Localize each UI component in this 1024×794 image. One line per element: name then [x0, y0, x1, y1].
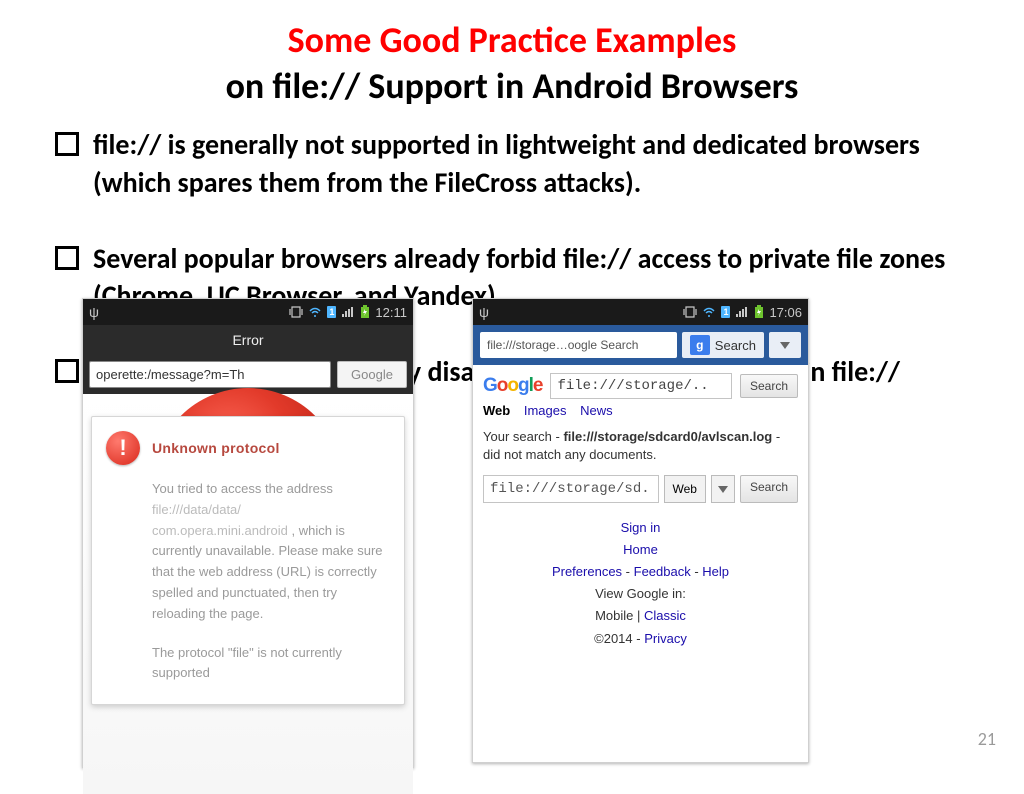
scope-select[interactable]: Web	[664, 475, 706, 503]
search-input[interactable]: file:///storage/..	[550, 373, 732, 399]
battery-icon	[754, 305, 764, 319]
result-text: Your search -	[483, 429, 563, 444]
bullet-text: file:// is generally not supported in li…	[93, 126, 969, 202]
chevron-down-icon	[718, 486, 728, 493]
search-form-top: Google file:///storage/.. Search	[483, 373, 798, 399]
sep: |	[637, 608, 644, 623]
bullet-marker	[55, 246, 79, 270]
google-logo: Google	[483, 375, 542, 397]
page-number: 21	[978, 728, 996, 750]
status-bar: ψ 1 12:11	[83, 299, 413, 325]
url-input[interactable]: operette:/message?m=Th	[89, 361, 331, 388]
page-body: Google file:///storage/.. Search Web Ima…	[473, 365, 808, 658]
no-results-message: Your search - file:///storage/sdcard0/av…	[483, 428, 798, 463]
wifi-icon	[308, 305, 322, 319]
page-body: ! Unknown protocol You tried to access t…	[83, 394, 413, 794]
scope-label: Web	[673, 482, 697, 496]
google-button[interactable]: Google	[337, 361, 407, 388]
preferences-link[interactable]: Preferences	[552, 564, 622, 579]
search-form-bottom: file:///storage/sd. Web Search	[483, 475, 798, 503]
status-time: 17:06	[769, 305, 802, 320]
copyright: ©2014 -	[594, 631, 640, 646]
status-bar: ψ 1 17:06	[473, 299, 808, 325]
tab-images[interactable]: Images	[524, 403, 567, 418]
google-g-icon: g	[690, 335, 710, 355]
view-in-label: View Google in:	[595, 586, 686, 601]
search-submit-button-2[interactable]: Search	[740, 475, 798, 503]
bullet-item: file:// is generally not supported in li…	[55, 126, 969, 202]
search-label: Search	[715, 338, 756, 353]
status-time: 12:11	[375, 305, 407, 320]
vibrate-icon	[289, 305, 303, 319]
usb-icon: ψ	[89, 304, 99, 320]
sim-icon: 1	[327, 306, 336, 318]
privacy-link[interactable]: Privacy	[644, 631, 687, 646]
classic-link[interactable]: Classic	[644, 608, 686, 623]
result-query: file:///storage/sdcard0/avlscan.log	[563, 429, 772, 444]
bullet-marker	[55, 132, 79, 156]
signal-icon	[735, 306, 749, 318]
chevron-down-icon	[780, 342, 790, 349]
url-bar: file:///storage…oogle Search g Search	[473, 325, 808, 365]
mobile-label: Mobile	[595, 608, 633, 623]
error-message-2: The protocol "file" is not currently sup…	[106, 643, 390, 685]
error-card: ! Unknown protocol You tried to access t…	[91, 416, 405, 705]
error-message: You tried to access the address file:///…	[106, 479, 390, 625]
feedback-link[interactable]: Feedback	[634, 564, 691, 579]
footer-links: Sign in Home Preferences - Feedback - He…	[483, 517, 798, 650]
sim-icon: 1	[721, 306, 730, 318]
msg-url: file:///data/data/	[152, 502, 241, 517]
tab-news[interactable]: News	[580, 403, 613, 418]
scope-dropdown-button[interactable]	[711, 475, 735, 503]
search-input-2[interactable]: file:///storage/sd.	[483, 475, 659, 503]
tab-web[interactable]: Web	[483, 403, 510, 418]
title-line-2: on file:// Support in Android Browsers	[0, 64, 1024, 108]
search-button[interactable]: g Search	[682, 332, 764, 358]
wifi-icon	[702, 305, 716, 319]
slide-title: Some Good Practice Examples on file:// S…	[0, 0, 1024, 108]
error-title: Unknown protocol	[152, 440, 280, 456]
screenshot-google: ψ 1 17:06 file:///storage…oogle Search g…	[472, 298, 809, 763]
sep: -	[626, 564, 634, 579]
bullet-marker	[55, 359, 79, 383]
battery-icon	[360, 305, 370, 319]
alert-icon: !	[106, 431, 140, 465]
search-tabs: Web Images News	[483, 403, 798, 418]
url-input[interactable]: file:///storage…oogle Search	[480, 332, 677, 358]
signal-icon	[341, 306, 355, 318]
title-line-1: Some Good Practice Examples	[0, 18, 1024, 62]
dropdown-button[interactable]	[769, 332, 801, 358]
usb-icon: ψ	[479, 304, 489, 320]
vibrate-icon	[683, 305, 697, 319]
signin-link[interactable]: Sign in	[621, 520, 661, 535]
msg-text: You tried to access the address	[152, 481, 333, 496]
page-header: Error	[83, 325, 413, 355]
search-submit-button[interactable]: Search	[740, 374, 798, 398]
screenshot-opera: ψ 1 12:11 Error operette:/message?m=Th G…	[82, 298, 414, 768]
help-link[interactable]: Help	[702, 564, 729, 579]
home-link[interactable]: Home	[623, 542, 658, 557]
msg-url: com.opera.mini.android	[152, 523, 288, 538]
